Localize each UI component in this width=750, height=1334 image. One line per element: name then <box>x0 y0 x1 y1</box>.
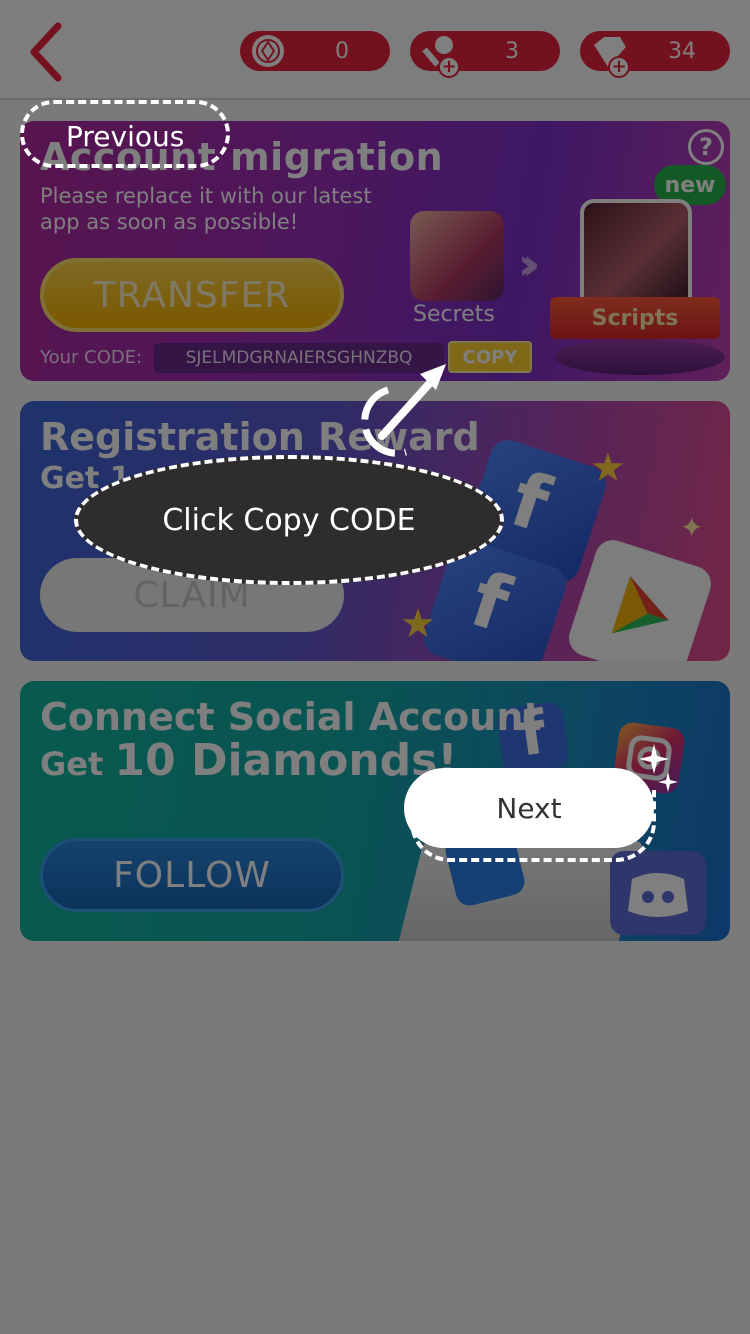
previous-button[interactable]: Previous <box>66 120 184 153</box>
sparkle-icon <box>639 744 678 792</box>
next-button[interactable]: Next <box>404 768 654 848</box>
tutorial-overlay <box>0 0 750 1334</box>
tutorial-bubble: Click Copy CODE <box>74 455 504 585</box>
